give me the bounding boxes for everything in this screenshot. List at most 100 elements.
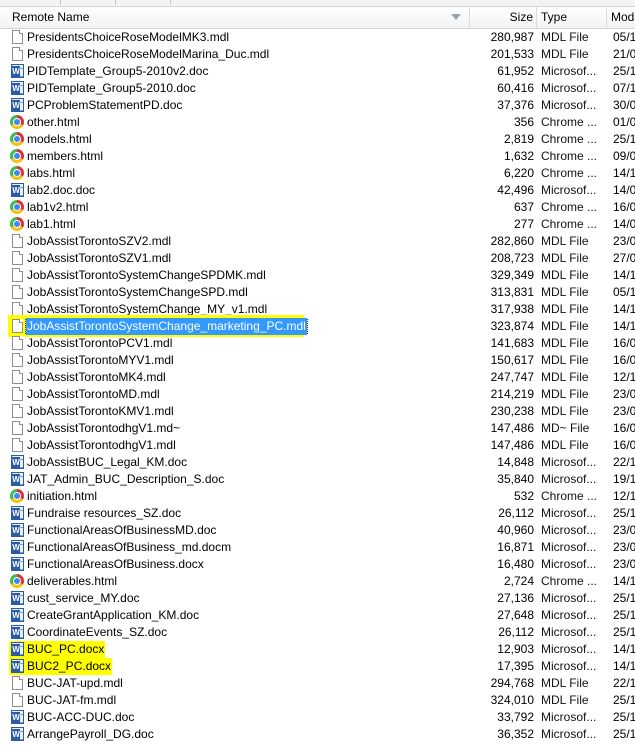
file-row[interactable]: lab2.doc.doc 42,496 Microsof... 14/0	[0, 182, 635, 199]
file-row[interactable]: JobAssistBUC_Legal_KM.doc 14,848 Microsof.…	[0, 454, 635, 471]
file-modified: 25/1	[613, 132, 635, 146]
chrome-icon	[10, 217, 24, 231]
file-row[interactable]: FunctionalAreasOfBusiness_md.docm 16,871 M…	[0, 539, 635, 556]
file-name: BUC_PC.docx	[26, 641, 106, 658]
file-row[interactable]: cust_service_MY.doc 27,136 Microsof... 25/1	[0, 590, 635, 607]
file-icon	[12, 387, 23, 401]
file-name: PresidentsChoiceRoseModelMK3.mdl	[27, 30, 230, 44]
file-name-cell: JobAssistTorontoSystemChangeSPD.mdl	[8, 284, 470, 301]
file-icon	[12, 438, 23, 452]
file-row[interactable]: JobAssistTorontodhgV1.mdl 147,486 MDL File…	[0, 437, 635, 454]
file-modified: 12/1	[613, 370, 635, 384]
file-name: lab2.doc.doc	[27, 183, 96, 197]
file-row[interactable]: lab1v2.html 637 Chrome ... 16/0	[0, 199, 635, 216]
word-doc-icon	[11, 727, 24, 741]
file-row[interactable]: FunctionalAreasOfBusiness.docx 16,480 Micr…	[0, 556, 635, 573]
file-modified: 14/0	[613, 217, 635, 231]
file-row[interactable]: BUC-ACC-DUC.doc 33,792 Microsof... 25/1	[0, 709, 635, 726]
file-name-cell: PresidentsChoiceRoseModelMarina_Duc.mdl	[8, 46, 470, 63]
file-modified: 09/0	[613, 149, 635, 163]
file-name: FunctionalAreasOfBusiness.docx	[27, 557, 204, 571]
sort-descending-icon	[451, 14, 461, 20]
file-type: Microsof...	[541, 81, 597, 95]
file-row[interactable]: PCProblemStatementPD.doc 37,376 Microsof..…	[0, 97, 635, 114]
file-row[interactable]: FunctionalAreasOfBusinessMD.doc 40,960 Mic…	[0, 522, 635, 539]
file-row[interactable]: PresidentsChoiceRoseModelMK3.mdl 280,987 M…	[0, 29, 635, 46]
file-type: Chrome ...	[541, 217, 598, 231]
file-row[interactable]: JobAssistTorontoMYV1.mdl 150,617 MDL File 1…	[0, 352, 635, 369]
file-size: 26,112	[498, 625, 534, 639]
file-row[interactable]: JobAssistTorontoKMV1.mdl 230,238 MDL File 2…	[0, 403, 635, 420]
file-row[interactable]: BUC-JAT-fm.mdl 324,010 MDL File 25/1	[0, 692, 635, 709]
file-icon	[12, 370, 23, 384]
file-row[interactable]: JobAssistTorontoSystemChange_marketing_P…	[0, 315, 635, 337]
toolbar-segment	[115, 0, 171, 5]
file-row[interactable]: CoordinateEvents_SZ.doc 26,112 Microsof...…	[0, 624, 635, 641]
file-size: 37,376	[497, 98, 534, 112]
file-row[interactable]: BUC_PC.docx 12,903 Microsof... 14/1	[0, 641, 635, 658]
word-doc-icon	[11, 710, 24, 724]
file-name-cell: JobAssistTorontodhgV1.md~	[8, 420, 470, 437]
file-row[interactable]: JobAssistTorontodhgV1.md~ 147,486 MD~ File…	[0, 420, 635, 437]
file-name-cell: BUC_PC.docx	[8, 641, 470, 658]
file-row[interactable]: BUC-JAT-upd.mdl 294,768 MDL File 22/1	[0, 675, 635, 692]
file-type: MDL File	[541, 336, 589, 350]
file-size: 35,840	[497, 472, 534, 486]
column-header: Remote Name Size Type Mod	[0, 7, 635, 29]
file-type: Microsof...	[541, 523, 597, 537]
file-row[interactable]: JobAssistTorontoSystemChangeSPDMK.mdl 329…	[0, 267, 635, 284]
column-header-modified[interactable]: Mod	[607, 7, 635, 28]
file-name-cell: cust_service_MY.doc	[8, 590, 470, 607]
file-type: MD~ File	[541, 421, 590, 435]
file-row[interactable]: members.html 1,632 Chrome ... 09/0	[0, 148, 635, 165]
file-row[interactable]: JobAssistTorontoSZV2.mdl 282,860 MDL File 2…	[0, 233, 635, 250]
file-type: MDL File	[541, 234, 589, 248]
file-type: Chrome ...	[541, 132, 598, 146]
file-name-cell: other.html	[8, 114, 470, 131]
file-name: JobAssistTorontoSystemChange_marketing_P…	[25, 318, 308, 335]
file-name: JobAssistTorontoSystemChangeSPD.mdl	[27, 285, 248, 299]
file-size: 150,617	[490, 353, 534, 367]
remote-file-list[interactable]: PresidentsChoiceRoseModelMK3.mdl 280,987 M…	[0, 29, 635, 743]
file-size: 324,010	[490, 693, 534, 707]
file-row[interactable]: JobAssistTorontoSystemChangeSPD.mdl 313,8…	[0, 284, 635, 301]
file-type: Microsof...	[541, 64, 597, 78]
file-icon	[12, 404, 23, 418]
file-modified: 27/0	[613, 251, 635, 265]
file-modified: 23/0	[613, 404, 635, 418]
file-row[interactable]: JobAssistTorontoMK4.mdl 247,747 MDL File 12…	[0, 369, 635, 386]
chrome-icon	[10, 200, 24, 214]
file-row[interactable]: PIDTemplate_Group5-2010v2.doc 61,952 Micro…	[0, 63, 635, 80]
file-row[interactable]: CreateGrantApplication_KM.doc 27,648 Micro…	[0, 607, 635, 624]
column-header-size[interactable]: Size	[470, 7, 537, 28]
file-name-cell: BUC-ACC-DUC.doc	[8, 709, 470, 726]
file-name: ArrangePayroll_DG.doc	[27, 727, 154, 741]
file-type: MDL File	[541, 676, 589, 690]
file-row[interactable]: deliverables.html 2,724 Chrome ... 14/1	[0, 573, 635, 590]
file-row[interactable]: other.html 356 Chrome ... 01/0	[0, 114, 635, 131]
file-row[interactable]: Fundraise resources_SZ.doc 26,112 Microsof…	[0, 505, 635, 522]
file-name: JobAssistTorontoMD.mdl	[27, 387, 160, 401]
file-modified: 23/0	[613, 557, 635, 571]
file-row[interactable]: PIDTemplate_Group5-2010.doc 60,416 Microso…	[0, 80, 635, 97]
file-size: 12,903	[497, 642, 534, 656]
file-row[interactable]: PresidentsChoiceRoseModelMarina_Duc.mdl 2…	[0, 46, 635, 63]
file-row[interactable]: JobAssistTorontoSZV1.mdl 208,723 MDL File 2…	[0, 250, 635, 267]
file-size: 147,486	[490, 438, 534, 452]
file-row[interactable]: ArrangePayroll_DG.doc 36,352 Microsof... 25…	[0, 726, 635, 743]
file-modified: 14/1	[613, 302, 635, 316]
file-row[interactable]: BUC2_PC.docx 17,395 Microsof... 14/1	[0, 658, 635, 675]
file-name: JobAssistTorontoMYV1.mdl	[27, 353, 174, 367]
file-row[interactable]: JobAssistTorontoPCV1.mdl 141,683 MDL File 1…	[0, 335, 635, 352]
file-modified: 14/1	[613, 268, 635, 282]
column-header-type[interactable]: Type	[537, 7, 607, 28]
column-header-remote-name[interactable]: Remote Name	[0, 7, 470, 28]
file-size: 6,220	[503, 166, 534, 180]
file-row[interactable]: JobAssistTorontoMD.mdl 214,219 MDL File 23/…	[0, 386, 635, 403]
file-row[interactable]: labs.html 6,220 Chrome ... 14/1	[0, 165, 635, 182]
file-row[interactable]: lab1.html 277 Chrome ... 14/0	[0, 216, 635, 233]
file-row[interactable]: models.html 2,819 Chrome ... 25/1	[0, 131, 635, 148]
file-row[interactable]: JAT_Admin_BUC_Description_S.doc 35,840 Mic…	[0, 471, 635, 488]
file-name-cell: initiation.html	[8, 488, 470, 505]
file-row[interactable]: initiation.html 532 Chrome ... 12/1	[0, 488, 635, 505]
